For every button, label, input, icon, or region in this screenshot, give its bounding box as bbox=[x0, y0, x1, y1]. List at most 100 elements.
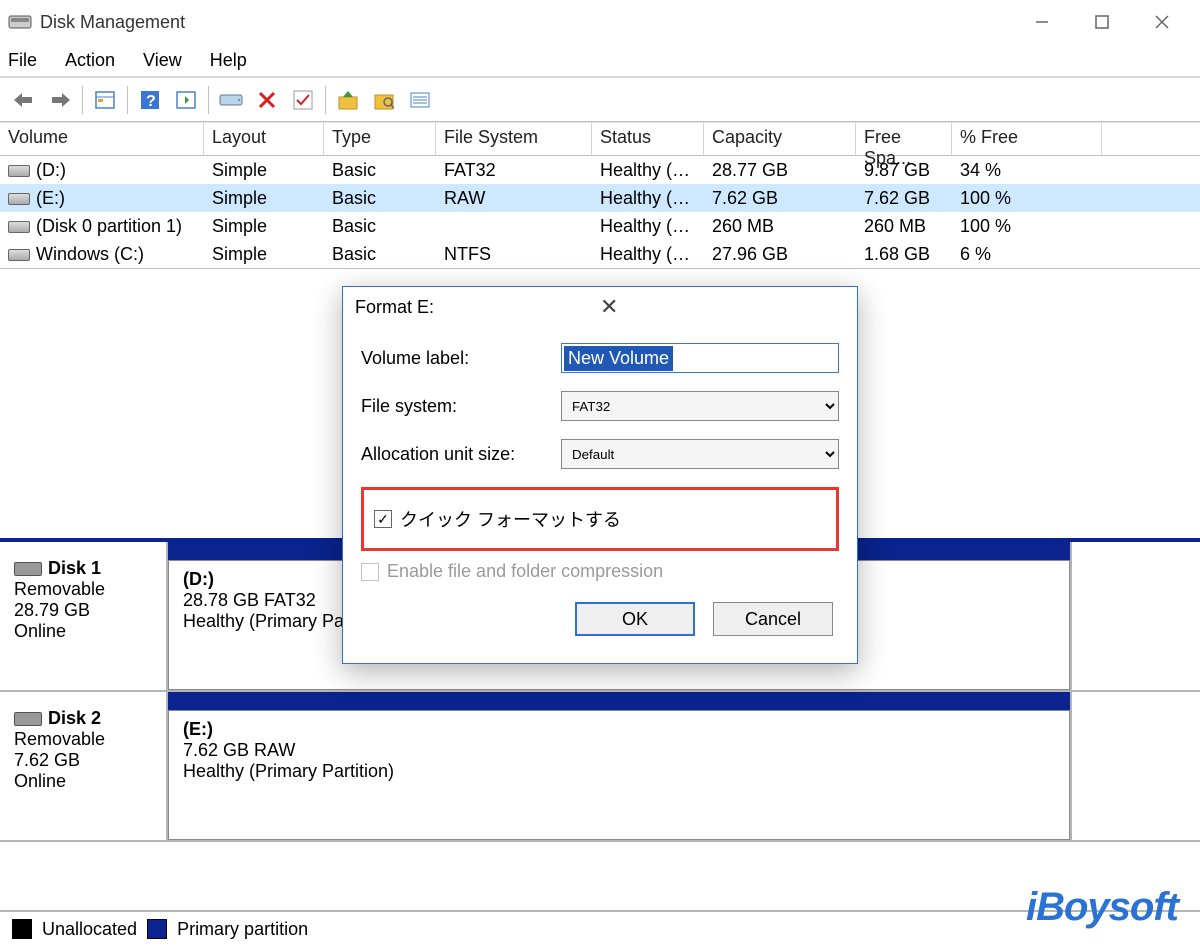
cell: Healthy (E... bbox=[592, 216, 704, 237]
partition-box[interactable]: (E:) 7.62 GB RAW Healthy (Primary Partit… bbox=[168, 710, 1070, 840]
volume-icon bbox=[8, 193, 30, 205]
close-icon[interactable]: ✕ bbox=[600, 294, 845, 320]
cell: FAT32 bbox=[436, 160, 592, 181]
dialog-titlebar: Format E: ✕ bbox=[343, 287, 857, 327]
menu-view[interactable]: View bbox=[143, 50, 182, 71]
legend-unallocated: Unallocated bbox=[42, 919, 137, 940]
col-layout[interactable]: Layout bbox=[204, 123, 324, 155]
cell: (Disk 0 partition 1) bbox=[0, 216, 204, 237]
col-volume[interactable]: Volume bbox=[0, 123, 204, 155]
cell: (E:) bbox=[0, 188, 204, 209]
cell: Basic bbox=[324, 244, 436, 265]
disk-name: Disk 2 bbox=[48, 708, 101, 728]
disk-type: Removable bbox=[14, 579, 152, 600]
volume-label-input[interactable]: New Volume bbox=[561, 343, 839, 373]
partition-desc: 7.62 GB RAW bbox=[183, 740, 1055, 761]
menu-action[interactable]: Action bbox=[65, 50, 115, 71]
volume-table: Volume Layout Type File System Status Ca… bbox=[0, 122, 1200, 269]
col-type[interactable]: Type bbox=[324, 123, 436, 155]
quick-format-label: クイック フォーマットする bbox=[400, 506, 621, 532]
close-button[interactable] bbox=[1132, 3, 1192, 41]
col-pctfree[interactable]: % Free bbox=[952, 123, 1102, 155]
disk-info[interactable]: Disk 2 Removable 7.62 GB Online bbox=[0, 692, 168, 840]
disk-icon bbox=[14, 562, 42, 576]
menubar: File Action View Help bbox=[0, 44, 1200, 78]
cell: Windows (C:) bbox=[0, 244, 204, 265]
compression-label: Enable file and folder compression bbox=[387, 561, 663, 582]
volume-icon bbox=[8, 249, 30, 261]
cell: 260 MB bbox=[856, 216, 952, 237]
volume-icon bbox=[8, 221, 30, 233]
partition-name: (E:) bbox=[183, 719, 1055, 740]
cell: 7.62 GB bbox=[704, 188, 856, 209]
folder-up-icon[interactable] bbox=[332, 84, 364, 116]
cell: 9.87 GB bbox=[856, 160, 952, 181]
disk-icon bbox=[14, 712, 42, 726]
cell: Simple bbox=[204, 160, 324, 181]
table-row[interactable]: (E:)SimpleBasicRAWHealthy (P...7.62 GB7.… bbox=[0, 184, 1200, 212]
col-capacity[interactable]: Capacity bbox=[704, 123, 856, 155]
dialog-title: Format E: bbox=[355, 297, 600, 318]
file-system-select[interactable]: FAT32 bbox=[561, 391, 839, 421]
menu-help[interactable]: Help bbox=[210, 50, 247, 71]
delete-icon[interactable] bbox=[251, 84, 283, 116]
disk-type: Removable bbox=[14, 729, 152, 750]
disk-state: Online bbox=[14, 621, 152, 642]
table-row[interactable]: (D:)SimpleBasicFAT32Healthy (P...28.77 G… bbox=[0, 156, 1200, 184]
allocation-size-select[interactable]: Default bbox=[561, 439, 839, 469]
cell: Basic bbox=[324, 188, 436, 209]
cell: NTFS bbox=[436, 244, 592, 265]
cell: Basic bbox=[324, 160, 436, 181]
volume-icon bbox=[8, 165, 30, 177]
titlebar: Disk Management bbox=[0, 0, 1200, 44]
check-icon[interactable] bbox=[287, 84, 319, 116]
minimize-button[interactable] bbox=[1012, 3, 1072, 41]
watermark: iBoysoft bbox=[1026, 885, 1178, 930]
properties-icon[interactable] bbox=[89, 84, 121, 116]
allocation-size-label: Allocation unit size: bbox=[361, 444, 561, 465]
col-freespace[interactable]: Free Spa... bbox=[856, 123, 952, 155]
svg-text:?: ? bbox=[146, 93, 156, 110]
table-row[interactable]: (Disk 0 partition 1)SimpleBasic Healthy (… bbox=[0, 212, 1200, 240]
forward-icon[interactable] bbox=[44, 84, 76, 116]
table-row[interactable]: Windows (C:)SimpleBasicNTFSHealthy (B...… bbox=[0, 240, 1200, 268]
disk-info[interactable]: Disk 1 Removable 28.79 GB Online bbox=[0, 542, 168, 690]
drive-icon[interactable] bbox=[215, 84, 247, 116]
refresh-icon[interactable] bbox=[170, 84, 202, 116]
disk-state: Online bbox=[14, 771, 152, 792]
cell: 7.62 GB bbox=[856, 188, 952, 209]
col-status[interactable]: Status bbox=[592, 123, 704, 155]
quick-format-checkbox[interactable]: ✓ bbox=[374, 510, 392, 528]
volume-label-label: Volume label: bbox=[361, 348, 561, 369]
cell: RAW bbox=[436, 188, 592, 209]
cell: Healthy (P... bbox=[592, 188, 704, 209]
cell: 1.68 GB bbox=[856, 244, 952, 265]
partition-status: Healthy (Primary Partition) bbox=[183, 761, 1055, 782]
quick-format-highlight: ✓ クイック フォーマットする bbox=[361, 487, 839, 551]
compression-checkbox bbox=[361, 563, 379, 581]
maximize-button[interactable] bbox=[1072, 3, 1132, 41]
legend-primary: Primary partition bbox=[177, 919, 308, 940]
cell: Simple bbox=[204, 216, 324, 237]
table-header: Volume Layout Type File System Status Ca… bbox=[0, 122, 1200, 156]
ok-button[interactable]: OK bbox=[575, 602, 695, 636]
cell: 6 % bbox=[952, 244, 1102, 265]
col-filesystem[interactable]: File System bbox=[436, 123, 592, 155]
cell: 100 % bbox=[952, 188, 1102, 209]
cell: 28.77 GB bbox=[704, 160, 856, 181]
disk-pane-2: Disk 2 Removable 7.62 GB Online (E:) 7.6… bbox=[0, 692, 1200, 842]
cell: Healthy (P... bbox=[592, 160, 704, 181]
cancel-button[interactable]: Cancel bbox=[713, 602, 833, 636]
menu-file[interactable]: File bbox=[8, 50, 37, 71]
file-system-label: File system: bbox=[361, 396, 561, 417]
quick-format-row[interactable]: ✓ クイック フォーマットする bbox=[374, 506, 826, 532]
cell: Simple bbox=[204, 244, 324, 265]
toolbar: ? bbox=[0, 78, 1200, 122]
folder-search-icon[interactable] bbox=[368, 84, 400, 116]
disk-name: Disk 1 bbox=[48, 558, 101, 578]
list-icon[interactable] bbox=[404, 84, 436, 116]
cell: Basic bbox=[324, 216, 436, 237]
back-icon[interactable] bbox=[8, 84, 40, 116]
cell: Healthy (B... bbox=[592, 244, 704, 265]
help-icon[interactable]: ? bbox=[134, 84, 166, 116]
